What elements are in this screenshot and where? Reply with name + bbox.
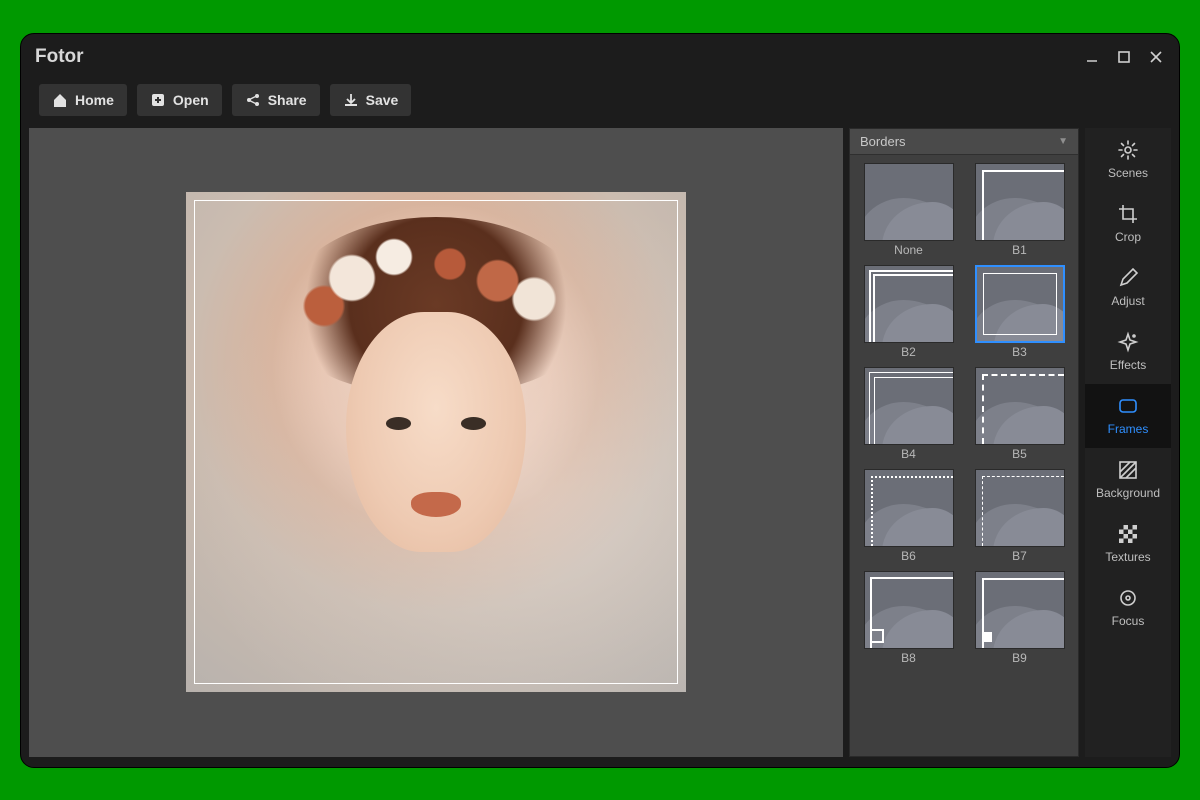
pencil-icon: [1117, 267, 1139, 289]
rail-label: Adjust: [1111, 294, 1144, 308]
border-label: B7: [1012, 549, 1027, 563]
border-option-b7[interactable]: B7: [969, 469, 1070, 563]
background-icon: [1117, 459, 1139, 481]
sparkle-icon: [1117, 331, 1139, 353]
open-button[interactable]: Open: [137, 84, 222, 116]
rail-crop[interactable]: Crop: [1085, 192, 1171, 256]
border-option-b9[interactable]: B9: [969, 571, 1070, 665]
collapse-icon: ▼: [1058, 136, 1068, 147]
rail-effects[interactable]: Effects: [1085, 320, 1171, 384]
border-option-b2[interactable]: B2: [858, 265, 959, 359]
border-option-b1[interactable]: B1: [969, 163, 1070, 257]
panel-title: Borders: [860, 134, 906, 149]
border-label: B5: [1012, 447, 1027, 461]
rail-label: Background: [1096, 486, 1160, 500]
close-button[interactable]: [1147, 48, 1165, 66]
focus-icon: [1117, 587, 1139, 609]
border-label: B4: [901, 447, 916, 461]
border-label: B2: [901, 345, 916, 359]
panel-header[interactable]: Borders ▼: [850, 129, 1078, 155]
rail-frames[interactable]: Frames: [1085, 384, 1171, 448]
scenes-icon: [1117, 139, 1139, 161]
border-label: B8: [901, 651, 916, 665]
save-label: Save: [366, 92, 399, 108]
titlebar: Fotor: [21, 34, 1179, 80]
border-option-b3[interactable]: B3: [969, 265, 1070, 359]
plus-file-icon: [150, 92, 166, 108]
download-icon: [343, 92, 359, 108]
tool-rail: Scenes Crop Adjust Effects: [1085, 128, 1171, 757]
app-window: Fotor Home Open: [20, 33, 1180, 768]
rail-label: Focus: [1112, 614, 1145, 628]
rail-label: Effects: [1110, 358, 1146, 372]
maximize-button[interactable]: [1115, 48, 1133, 66]
photo-preview: [186, 192, 686, 692]
border-label: B6: [901, 549, 916, 563]
window-controls: [1083, 48, 1165, 66]
rail-label: Scenes: [1108, 166, 1148, 180]
rail-background[interactable]: Background: [1085, 448, 1171, 512]
border-label: None: [894, 243, 923, 257]
border-option-b8[interactable]: B8: [858, 571, 959, 665]
border-label: B1: [1012, 243, 1027, 257]
share-button[interactable]: Share: [232, 84, 320, 116]
rail-textures[interactable]: Textures: [1085, 512, 1171, 576]
border-option-b5[interactable]: B5: [969, 367, 1070, 461]
borders-grid[interactable]: None B1 B2 B3 B4: [850, 155, 1078, 756]
border-option-b6[interactable]: B6: [858, 469, 959, 563]
rail-adjust[interactable]: Adjust: [1085, 256, 1171, 320]
minimize-button[interactable]: [1083, 48, 1101, 66]
toolbar: Home Open Share Save: [21, 80, 1179, 128]
frame-icon: [1117, 395, 1139, 417]
rail-focus[interactable]: Focus: [1085, 576, 1171, 640]
home-button[interactable]: Home: [39, 84, 127, 116]
open-label: Open: [173, 92, 209, 108]
rail-label: Crop: [1115, 230, 1141, 244]
rail-scenes[interactable]: Scenes: [1085, 128, 1171, 192]
share-label: Share: [268, 92, 307, 108]
crop-icon: [1117, 203, 1139, 225]
border-option-none[interactable]: None: [858, 163, 959, 257]
borders-panel: Borders ▼ None B1 B2 B3: [849, 128, 1079, 757]
border-label: B3: [1012, 345, 1027, 359]
textures-icon: [1117, 523, 1139, 545]
share-icon: [245, 92, 261, 108]
rail-label: Textures: [1105, 550, 1150, 564]
app-title: Fotor: [35, 46, 84, 68]
border-label: B9: [1012, 651, 1027, 665]
home-label: Home: [75, 92, 114, 108]
border-option-b4[interactable]: B4: [858, 367, 959, 461]
save-button[interactable]: Save: [330, 84, 412, 116]
workspace: Borders ▼ None B1 B2 B3: [21, 128, 1179, 767]
canvas-area[interactable]: [29, 128, 843, 757]
home-icon: [52, 92, 68, 108]
rail-label: Frames: [1108, 422, 1149, 436]
